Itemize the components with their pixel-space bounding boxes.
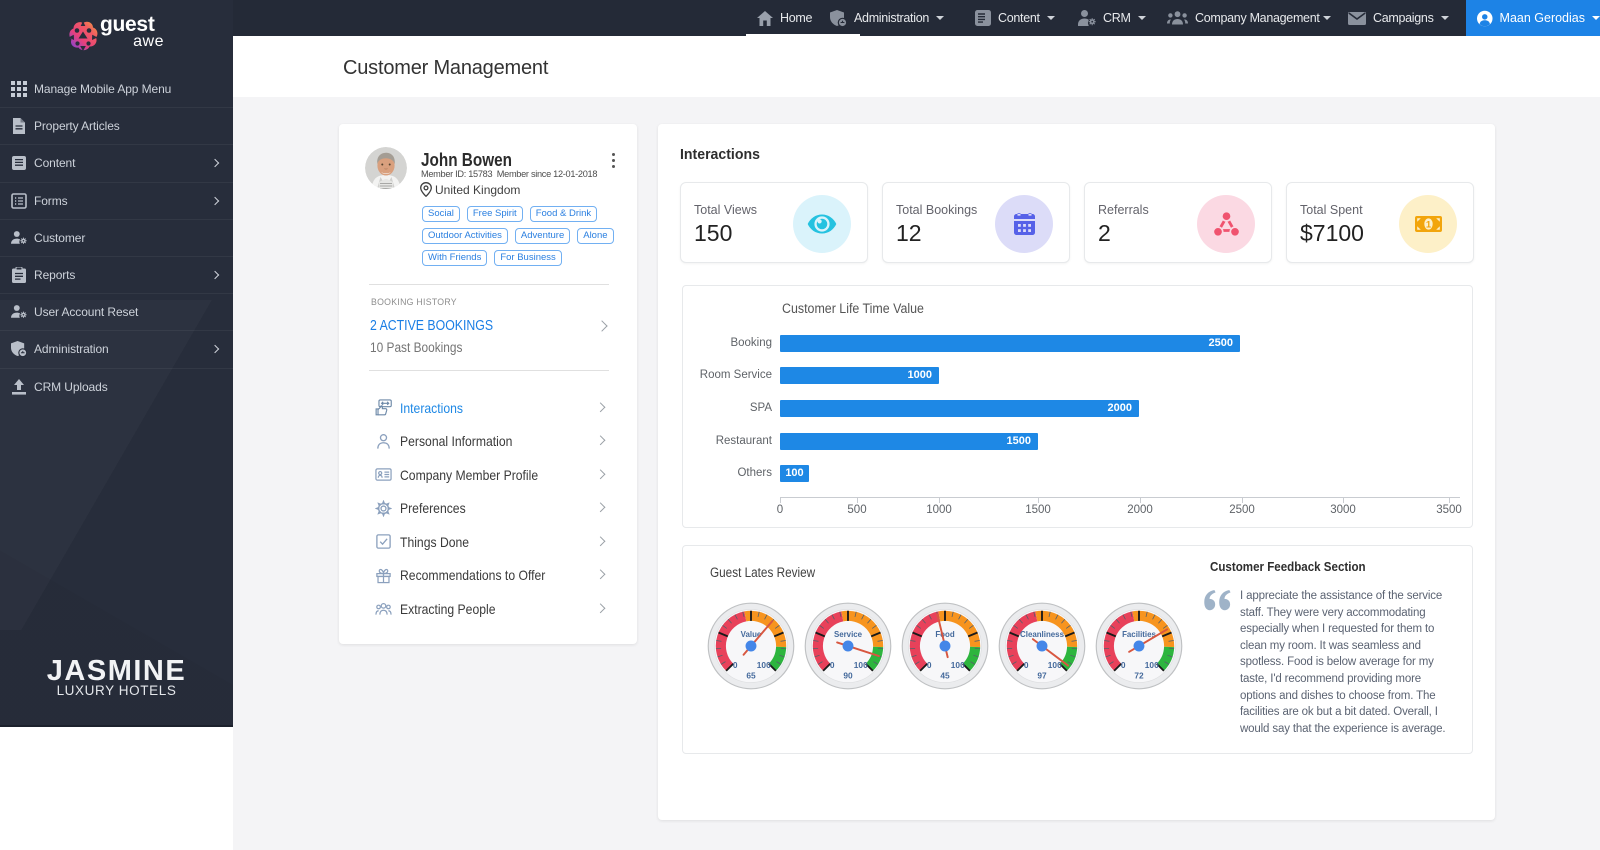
svg-text:100: 100: [854, 660, 868, 670]
svg-text:100: 100: [1145, 660, 1159, 670]
svg-text:Food: Food: [935, 630, 954, 639]
svg-text:100: 100: [1048, 660, 1062, 670]
svg-text:0: 0: [733, 660, 738, 670]
svg-text:0: 0: [830, 660, 835, 670]
svg-text:100: 100: [951, 660, 965, 670]
svg-text:97: 97: [1037, 671, 1047, 681]
svg-text:Cleanliness: Cleanliness: [1020, 630, 1065, 639]
svg-text:0: 0: [927, 660, 932, 670]
svg-text:45: 45: [940, 671, 950, 681]
svg-text:0: 0: [1024, 660, 1029, 670]
svg-text:0: 0: [1121, 660, 1126, 670]
svg-text:90: 90: [843, 671, 853, 681]
svg-text:100: 100: [757, 660, 771, 670]
svg-text:65: 65: [746, 671, 756, 681]
svg-text:1: 1: [1425, 219, 1431, 230]
svg-text:72: 72: [1134, 671, 1144, 681]
svg-text:Service: Service: [834, 630, 863, 639]
